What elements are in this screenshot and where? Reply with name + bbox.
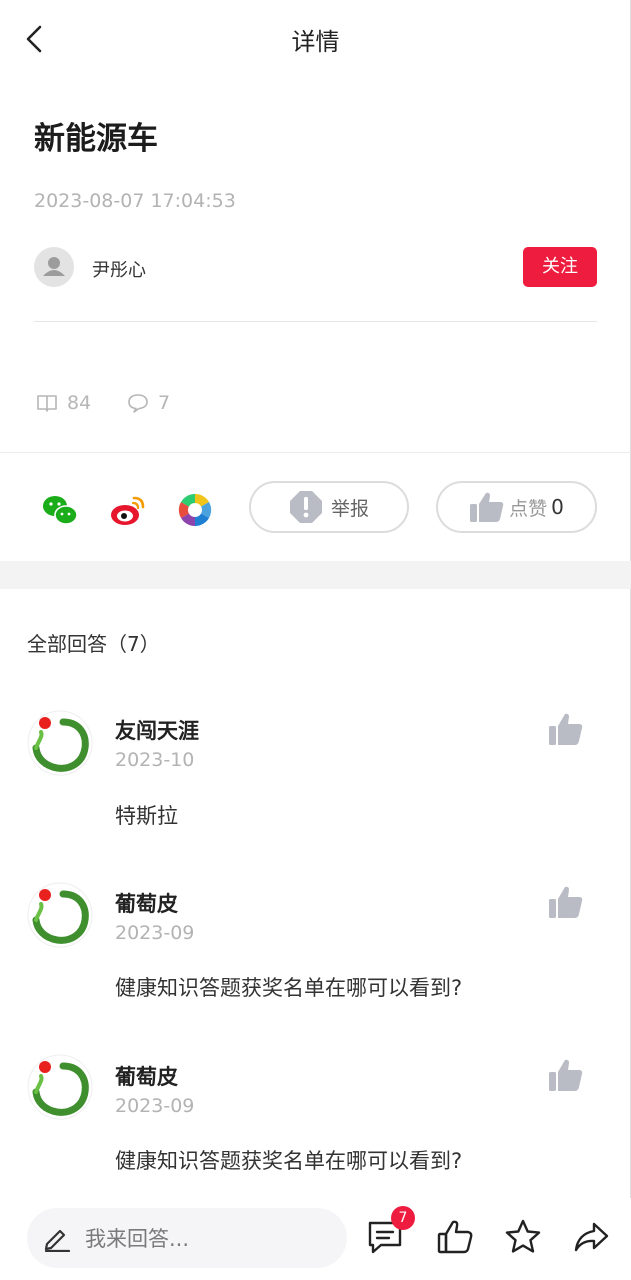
brand-logo-icon: [27, 882, 93, 948]
question-title: 新能源车: [34, 121, 158, 157]
report-label: 举报: [330, 497, 369, 520]
answer-text: 特斯拉: [115, 804, 178, 828]
share-arrow-icon[interactable]: [572, 1218, 610, 1256]
answer-date: 2023-09: [115, 1095, 195, 1117]
view-count-value: 84: [67, 392, 92, 414]
comment-count-value: 7: [158, 392, 171, 414]
follow-button[interactable]: 关注: [523, 247, 597, 287]
speech-bubble-icon: [128, 394, 148, 413]
warning-octagon-icon: [289, 491, 322, 523]
user-silhouette-icon: [43, 257, 65, 276]
answer-text: 健康知识答题获奖名单在哪可以看到?: [115, 976, 463, 1000]
answer-avatar[interactable]: [27, 710, 93, 776]
like-label: 点赞: [509, 497, 548, 520]
reply-input[interactable]: 我来回答...: [27, 1208, 347, 1268]
question-timestamp: 2023-08-07 17:04:53: [34, 190, 236, 212]
like-button[interactable]: 点赞 0: [436, 481, 597, 533]
weibo-share-icon[interactable]: [108, 490, 148, 530]
thumbs-up-icon[interactable]: [436, 1218, 474, 1256]
answer-thumbs-up-icon[interactable]: [548, 1058, 584, 1092]
thumbs-up-icon: [470, 492, 504, 522]
answers-header: 全部回答（7）: [27, 632, 160, 656]
author-name[interactable]: 尹彤心: [92, 256, 146, 282]
answer-date: 2023-09: [115, 922, 195, 944]
star-icon[interactable]: [504, 1218, 542, 1256]
book-icon: [37, 395, 57, 412]
divider: [0, 452, 631, 453]
comment-count: 7: [127, 392, 170, 414]
brand-logo-icon: [27, 710, 93, 776]
answer-date: 2023-10: [115, 749, 195, 771]
page-title: 详情: [291, 28, 340, 56]
answer-avatar[interactable]: [27, 1054, 93, 1120]
answer-text: 健康知识答题获奖名单在哪可以看到?: [115, 1149, 463, 1173]
answer-avatar[interactable]: [27, 882, 93, 948]
like-count: 0: [551, 495, 564, 519]
answer-author: 葡萄皮: [115, 892, 178, 916]
pencil-icon: [44, 1229, 71, 1252]
brand-logo-icon: [27, 1054, 93, 1120]
divider: [34, 321, 597, 322]
wechat-share-icon[interactable]: [40, 490, 80, 530]
answer-thumbs-up-icon[interactable]: [548, 885, 584, 919]
view-count: 84: [36, 392, 91, 414]
author-avatar[interactable]: [34, 247, 74, 287]
report-button[interactable]: 举报: [249, 481, 409, 533]
answer-author: 友闯天涯: [115, 719, 199, 743]
comment-count-badge: 7: [391, 1206, 415, 1230]
reply-placeholder: 我来回答...: [85, 1227, 190, 1251]
answer-thumbs-up-icon[interactable]: [548, 712, 584, 746]
moments-share-icon[interactable]: [175, 490, 215, 530]
section-separator: [0, 561, 631, 589]
answer-author: 葡萄皮: [115, 1065, 178, 1089]
